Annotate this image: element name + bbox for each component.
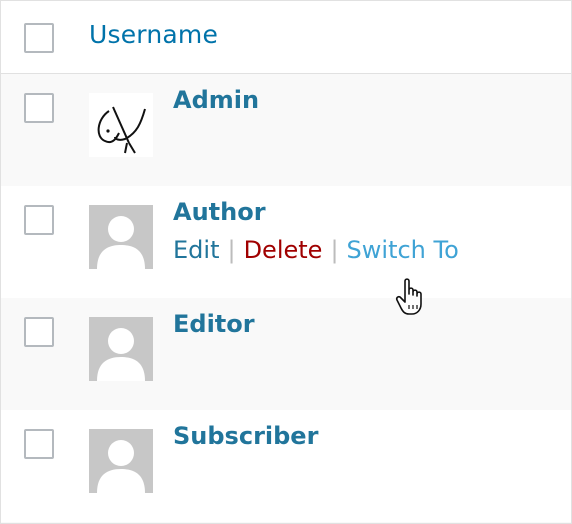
username-link[interactable]: Subscriber <box>173 422 318 450</box>
sketch-avatar-icon <box>89 93 153 157</box>
delete-link[interactable]: Delete <box>244 236 323 264</box>
row-checkbox[interactable] <box>24 93 54 123</box>
separator: | <box>330 236 339 264</box>
table-header: Username <box>1 1 571 74</box>
table-row: Editor <box>1 298 571 410</box>
table-row: Author Edit | Delete | Switch To <box>1 186 571 298</box>
edit-link[interactable]: Edit <box>173 236 219 264</box>
users-list-table: Username Admin Author Edit | Delete | Switch <box>0 0 572 524</box>
default-person-avatar-icon <box>89 317 153 381</box>
separator: | <box>227 236 236 264</box>
hand-pointer-cursor-icon <box>395 278 422 315</box>
username-column-header[interactable]: Username <box>89 20 218 49</box>
select-all-checkbox[interactable] <box>24 23 54 53</box>
default-person-avatar-icon <box>89 429 153 493</box>
row-checkbox[interactable] <box>24 429 54 459</box>
row-checkbox[interactable] <box>24 317 54 347</box>
username-link[interactable]: Editor <box>173 310 255 338</box>
table-row: Subscriber <box>1 410 571 522</box>
row-actions: Edit | Delete | Switch To <box>173 236 459 264</box>
username-link[interactable]: Author <box>173 198 266 226</box>
switch-to-link[interactable]: Switch To <box>347 236 459 264</box>
table-row: Admin <box>1 74 571 186</box>
default-person-avatar-icon <box>89 205 153 269</box>
username-link[interactable]: Admin <box>173 86 259 114</box>
row-checkbox[interactable] <box>24 205 54 235</box>
